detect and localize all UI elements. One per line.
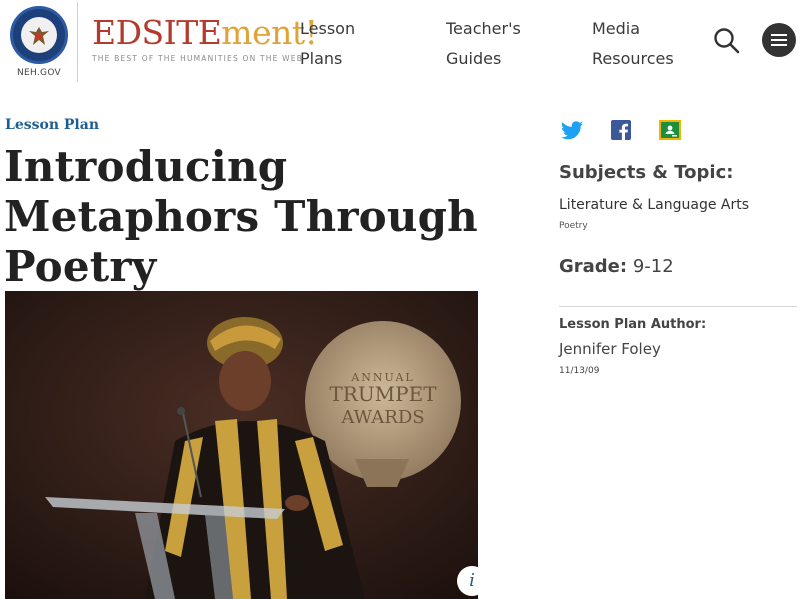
header-divider <box>77 2 78 82</box>
share-bar <box>560 118 707 142</box>
grade-label: Grade: <box>559 256 628 277</box>
sign-text-trumpet: TRUMPET <box>329 382 437 406</box>
page-title: Introducing Metaphors Through Poetry <box>4 142 478 291</box>
content-type-label[interactable]: Lesson Plan <box>5 117 99 133</box>
neh-label[interactable]: NEH.GOV <box>8 68 70 78</box>
brand-tagline: THE BEST OF THE HUMANITIES ON THE WEB <box>92 54 304 63</box>
hero-image: ANNUAL TRUMPET AWARDS <box>5 291 478 599</box>
facebook-icon[interactable] <box>609 118 633 142</box>
author-name: Jennifer Foley <box>559 340 661 358</box>
brand-name: EDSITEment! <box>92 13 318 52</box>
publish-date: 11/13/09 <box>559 366 600 376</box>
neh-seal-icon <box>10 6 68 64</box>
brand-main-text: EDSITE <box>92 13 222 52</box>
nav-teachers-guides[interactable]: Teacher's Guides <box>446 14 546 74</box>
hamburger-menu-icon[interactable] <box>762 23 796 57</box>
nav-label-line1: Media <box>592 19 641 38</box>
subject-link[interactable]: Literature & Language Arts <box>559 197 749 213</box>
twitter-icon[interactable] <box>560 118 584 142</box>
nav-label-line2: Resources <box>592 49 674 68</box>
nav-label-line2: Guides <box>446 49 502 68</box>
google-classroom-icon[interactable] <box>658 118 682 142</box>
sidebar-divider <box>559 306 797 307</box>
sign-text-awards: AWARDS <box>340 407 424 428</box>
grade-value: 9-12 <box>632 256 674 277</box>
image-info-button[interactable]: i <box>457 566 487 596</box>
edsitement-logo[interactable]: EDSITEment! THE BEST OF THE HUMANITIES O… <box>92 13 318 64</box>
author-label: Lesson Plan Author: <box>559 317 707 332</box>
topic-link[interactable]: Poetry <box>559 221 588 231</box>
nav-media-resources[interactable]: Media Resources <box>592 14 692 74</box>
nav-label-line2: Plans <box>300 49 343 68</box>
nav-label-line1: Lesson <box>300 19 356 38</box>
nav-label-line1: Teacher's <box>446 19 521 38</box>
neh-logo[interactable]: NEH.GOV <box>8 6 70 78</box>
grade-info: Grade: 9-12 <box>559 256 674 277</box>
subjects-heading: Subjects & Topic: <box>559 162 734 183</box>
site-header: NEH.GOV EDSITEment! THE BEST OF THE HUMA… <box>0 0 800 88</box>
search-icon[interactable] <box>713 27 741 55</box>
nav-lesson-plans[interactable]: Lesson Plans <box>300 14 400 74</box>
main-nav: Lesson Plans Teacher's Guides Media Reso… <box>300 14 692 74</box>
